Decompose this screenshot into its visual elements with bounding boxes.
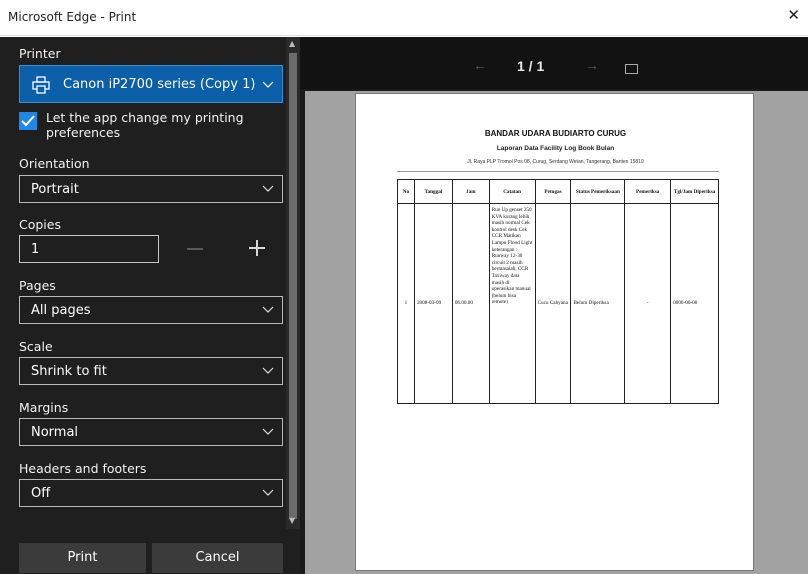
let-app-change-checkbox[interactable] (19, 112, 37, 130)
cell-petugas: Cucu Cahyana (534, 203, 572, 404)
cell-status: Belum Diperiksa (570, 203, 626, 404)
scroll-up-icon[interactable]: ▲ (289, 40, 295, 48)
document-title: BANDAR UDARA BUDIARTO CURUG (484, 129, 627, 138)
printer-select[interactable]: Canon iP2700 series (Copy 1) (19, 65, 283, 103)
divider (397, 171, 719, 172)
window-title: Microsoft Edge - Print (8, 10, 137, 24)
log-table: No Tanggal Jam Catatan Petugas Status Pe… (397, 179, 719, 404)
scale-label: Scale (19, 339, 53, 354)
chevron-down-icon (262, 489, 274, 496)
scale-value: Shrink to fit (31, 364, 107, 379)
printer-icon (32, 76, 50, 94)
cell-tanggal: 2008-03-09 (413, 203, 453, 404)
cancel-button[interactable]: Cancel (152, 543, 283, 573)
table-header-row: No Tanggal Jam Catatan Petugas Status Pe… (397, 179, 719, 204)
column-header: Status Pemeriksaan (570, 179, 626, 204)
close-icon[interactable]: ✕ (787, 8, 800, 24)
orientation-value: Portrait (31, 182, 79, 197)
column-header: Catatan (488, 179, 536, 204)
column-header: Jam (451, 179, 490, 204)
settings-scrollbar[interactable]: ▲ ▼ (286, 37, 300, 529)
cell-no: 1 (397, 203, 415, 404)
chevron-down-icon (262, 367, 274, 374)
margins-label: Margins (19, 400, 69, 415)
table-row: 1 2008-03-09 06.00.00 Run Up genset 250 … (397, 203, 719, 404)
chevron-down-icon (262, 428, 274, 435)
headers-footers-select[interactable]: Off (19, 479, 283, 507)
column-header: Tgl/Jam Diperiksa (670, 179, 719, 204)
orientation-label: Orientation (19, 156, 90, 171)
cell-catatan: Run Up genset 250 KVA kurang lebih masih… (488, 203, 536, 404)
column-header: No (397, 179, 415, 204)
checkmark-icon (21, 115, 35, 127)
scrollbar-thumb[interactable] (289, 53, 297, 519)
print-preview: ← 1 / 1 → BANDAR UDARA BUDIARTO CURUG La… (300, 37, 808, 574)
preview-nav-bar: ← 1 / 1 → (300, 37, 808, 89)
margins-value: Normal (31, 425, 79, 440)
copies-input[interactable]: 1 (19, 235, 159, 263)
pages-label: Pages (19, 278, 56, 293)
page-indicator: 1 / 1 (517, 58, 545, 74)
scale-select[interactable]: Shrink to fit (19, 357, 283, 385)
print-settings-panel: Printer Canon iP2700 series (Copy 1) Let… (0, 37, 300, 574)
cell-tgl-jam: 0000-00-00 (670, 203, 719, 404)
orientation-select[interactable]: Portrait (19, 175, 283, 203)
next-page-icon[interactable]: → (585, 57, 599, 73)
increase-copies-button[interactable] (247, 238, 267, 258)
margins-select[interactable]: Normal (19, 418, 283, 446)
cell-pemeriksa: - (624, 203, 672, 404)
column-header: Tanggal (413, 179, 453, 204)
document-address: Jl. Raya PLP Tromol Pos 08, Curug, Serda… (467, 159, 644, 165)
pages-select[interactable]: All pages (19, 296, 283, 324)
previous-page-icon[interactable]: ← (473, 57, 487, 73)
chevron-down-icon (262, 81, 274, 88)
document-subtitle: Laporan Data Facility Log Book Bulan (496, 145, 615, 152)
print-button[interactable]: Print (19, 543, 146, 573)
printer-label: Printer (19, 46, 61, 61)
pages-value: All pages (31, 303, 91, 318)
cell-jam: 06.00.00 (451, 203, 490, 404)
headers-footers-value: Off (31, 486, 51, 501)
column-header: Petugas (534, 179, 572, 204)
let-app-change-label: Let the app change my printing preferenc… (46, 110, 244, 140)
preview-page: BANDAR UDARA BUDIARTO CURUG Laporan Data… (355, 93, 754, 571)
decrease-copies-button[interactable] (187, 248, 203, 250)
copies-value: 1 (31, 242, 40, 257)
chevron-down-icon (262, 306, 274, 313)
printer-value: Canon iP2700 series (Copy 1) (63, 77, 256, 92)
headers-footers-label: Headers and footers (19, 461, 147, 476)
scroll-down-icon[interactable]: ▼ (289, 517, 295, 525)
column-header: Pemeriksa (624, 179, 672, 204)
chevron-down-icon (262, 185, 274, 192)
copies-label: Copies (19, 217, 61, 232)
title-bar: Microsoft Edge - Print ✕ (0, 0, 808, 36)
preview-canvas[interactable]: BANDAR UDARA BUDIARTO CURUG Laporan Data… (305, 91, 808, 574)
fit-to-page-icon[interactable] (625, 64, 638, 74)
